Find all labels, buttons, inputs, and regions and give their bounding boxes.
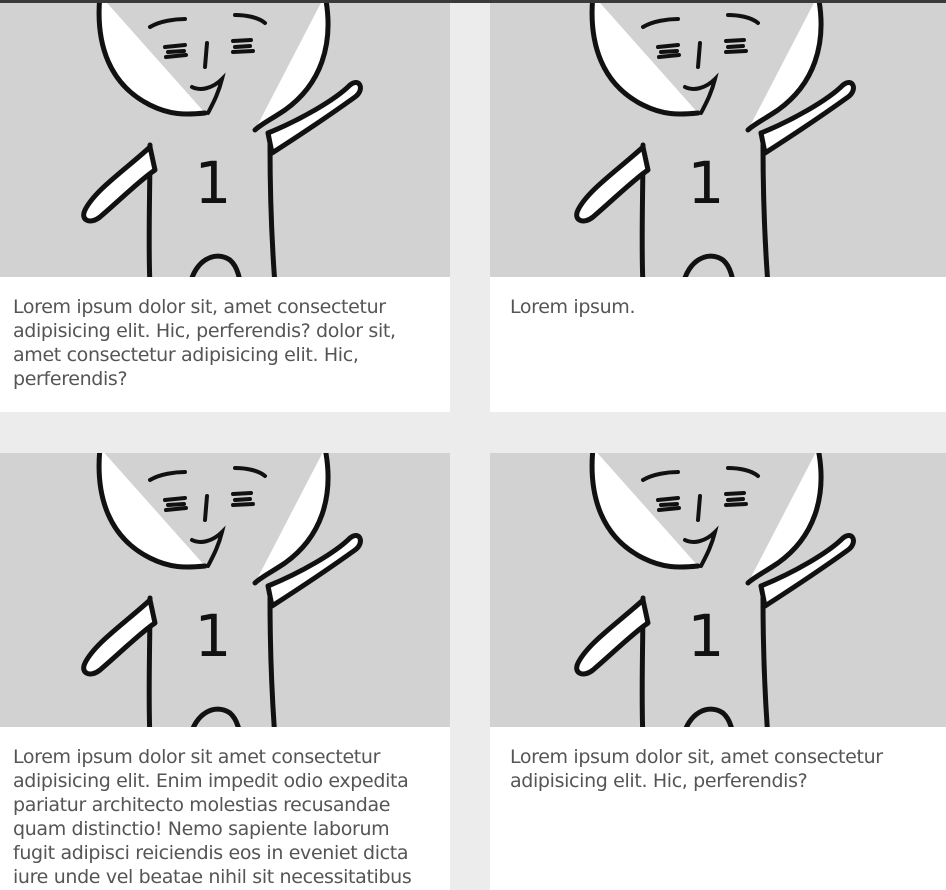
- card-image: 1: [0, 0, 450, 277]
- top-border: [0, 0, 946, 3]
- chest-number: 1: [195, 149, 232, 217]
- card-text: Lorem ipsum dolor sit, amet consectetur …: [510, 746, 883, 792]
- card-image: 1: [490, 0, 946, 277]
- chest-number: 1: [195, 602, 232, 670]
- cartoon-character-image: 1: [574, 0, 856, 277]
- cartoon-character-image: 1: [81, 0, 363, 277]
- card-text: Lorem ipsum dolor sit, amet consectetur …: [13, 296, 396, 390]
- card-image: 1: [490, 453, 946, 727]
- chest-number: 1: [688, 149, 725, 217]
- cartoon-character-image: 1: [574, 453, 856, 727]
- page: 1 Lorem ipsum dolor sit, amet consectetu…: [0, 0, 946, 890]
- card: 1 Lorem ipsum.: [490, 0, 946, 412]
- cartoon-character-image: 1: [81, 453, 363, 727]
- card: 1 Lorem ipsum dolor sit, amet consectetu…: [0, 0, 450, 412]
- card: 1 Lorem ipsum dolor sit amet consectetur…: [0, 453, 450, 890]
- card-text: Lorem ipsum dolor sit amet consectetur a…: [13, 746, 412, 888]
- card-image: 1: [0, 453, 450, 727]
- chest-number: 1: [688, 602, 725, 670]
- card-text: Lorem ipsum.: [510, 296, 636, 318]
- card: 1 Lorem ipsum dolor sit, amet consectetu…: [490, 453, 946, 890]
